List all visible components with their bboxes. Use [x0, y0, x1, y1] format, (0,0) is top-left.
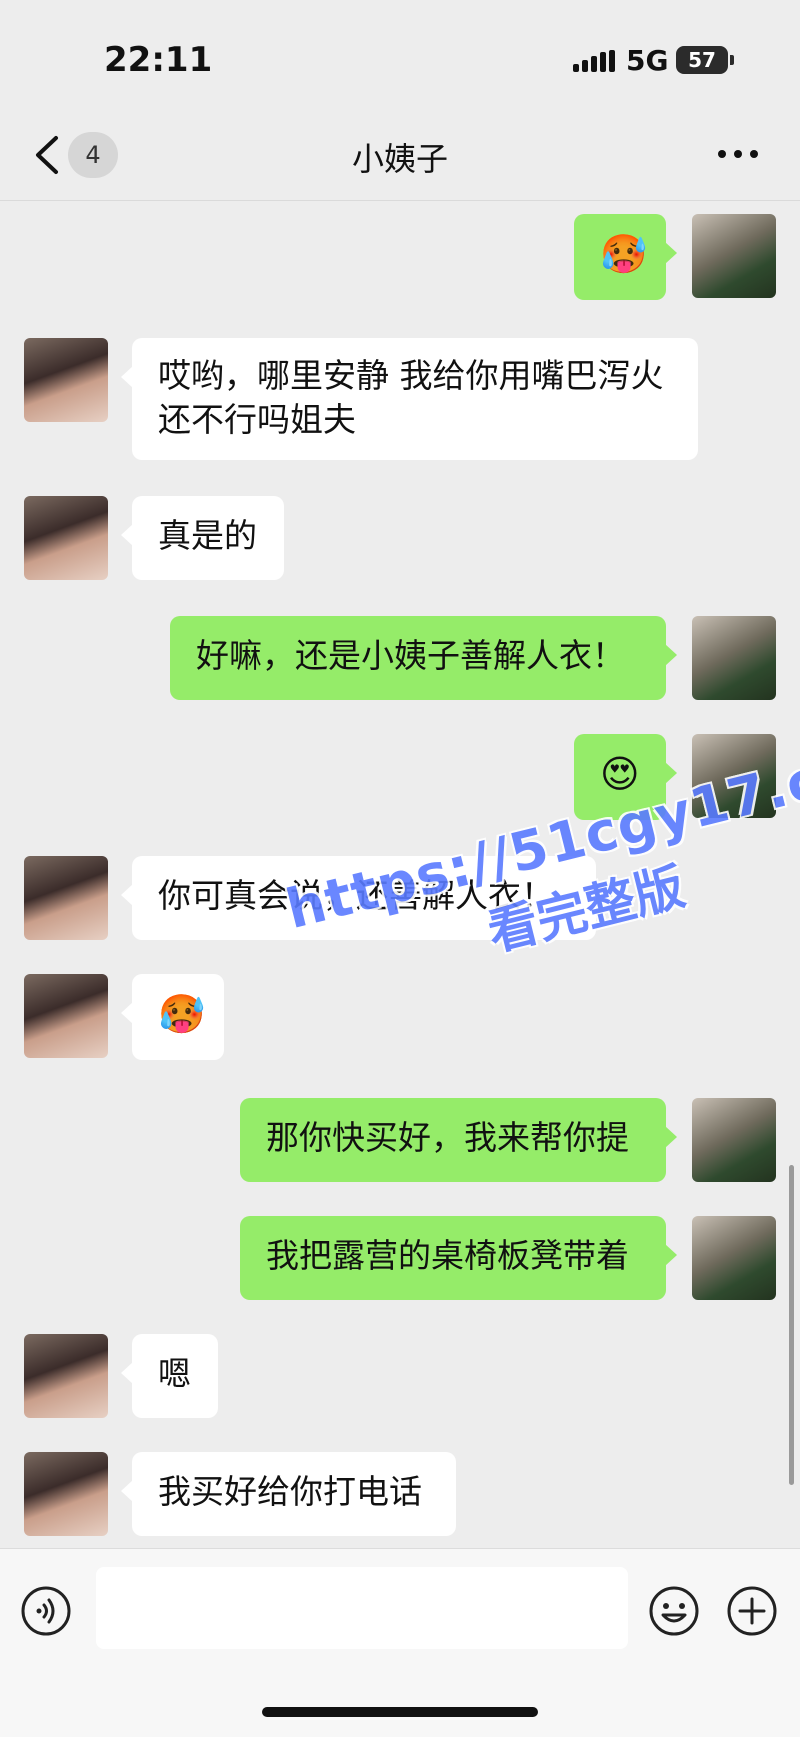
contact-avatar[interactable]	[24, 1334, 108, 1418]
contact-avatar[interactable]	[24, 974, 108, 1058]
signal-icon	[573, 50, 615, 72]
contact-avatar[interactable]	[24, 1452, 108, 1536]
my-avatar[interactable]	[692, 214, 776, 298]
status-bar: 22:11 5G 57	[0, 0, 800, 110]
message-bubble[interactable]: 好嘛，还是小姨子善解人衣！	[170, 616, 677, 700]
message-bubble[interactable]: 我把露营的桌椅板凳带着	[240, 1216, 677, 1300]
message-bubble[interactable]: 我买好给你打电话	[121, 1452, 456, 1536]
chat-header: 4 小姨子	[0, 110, 800, 201]
message-bubble[interactable]: 🥵	[574, 214, 677, 300]
message-bubble[interactable]: 真是的	[121, 496, 284, 580]
my-avatar[interactable]	[692, 1098, 776, 1182]
contact-avatar[interactable]	[24, 338, 108, 422]
message-bubble[interactable]: 🥵	[121, 974, 224, 1060]
voice-input-icon[interactable]	[20, 1585, 72, 1637]
my-avatar[interactable]	[692, 616, 776, 700]
chat-title: 小姨子	[351, 140, 448, 178]
more-options-icon[interactable]	[718, 144, 762, 164]
battery-icon: 57	[676, 46, 734, 74]
scrollbar[interactable]	[789, 1165, 794, 1485]
message-input[interactable]	[96, 1567, 628, 1649]
home-indicator[interactable]	[262, 1707, 538, 1717]
watermark: https://51cgy17.com 看完整版	[280, 724, 800, 1011]
input-bar	[0, 1548, 800, 1737]
contact-avatar[interactable]	[24, 856, 108, 940]
network-label: 5G	[626, 44, 669, 77]
plus-icon[interactable]	[726, 1585, 778, 1637]
status-time: 22:11	[104, 40, 213, 80]
my-avatar[interactable]	[692, 1216, 776, 1300]
message-bubble[interactable]: 嗯	[121, 1334, 218, 1418]
contact-avatar[interactable]	[24, 496, 108, 580]
message-bubble[interactable]: 那你快买好，我来帮你提	[240, 1098, 677, 1182]
message-bubble[interactable]: 哎哟，哪里安静 我给你用嘴巴泻火还不行吗姐夫	[121, 338, 698, 460]
emoji-icon[interactable]	[648, 1585, 700, 1637]
